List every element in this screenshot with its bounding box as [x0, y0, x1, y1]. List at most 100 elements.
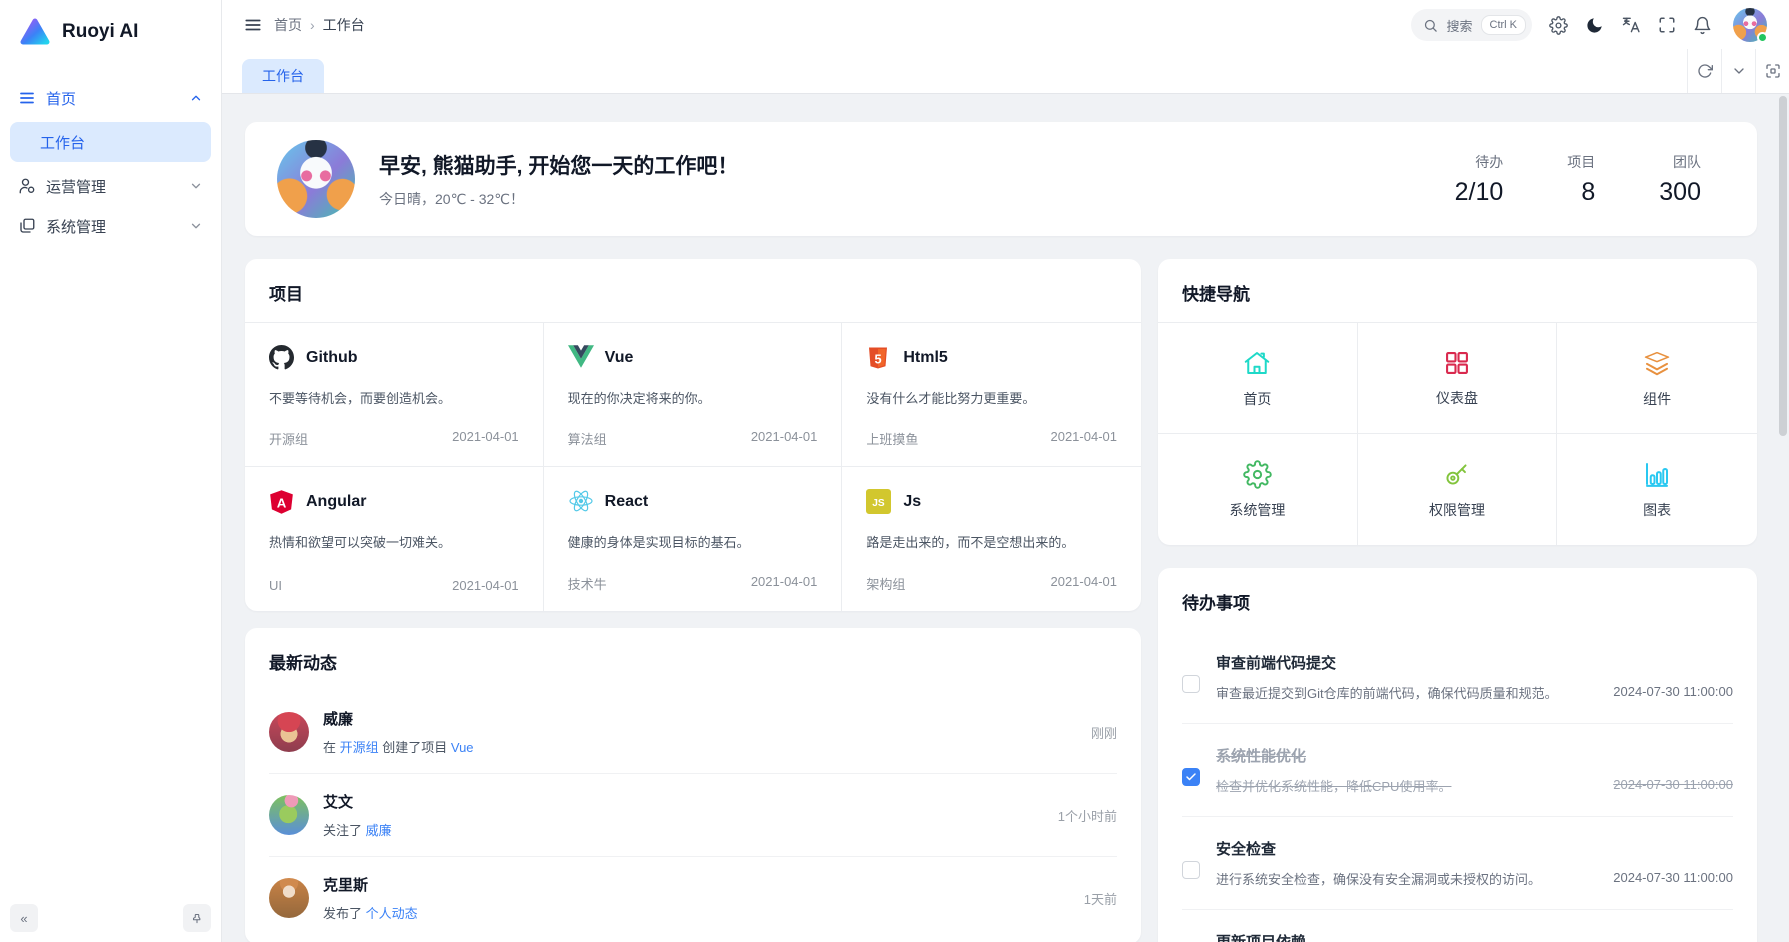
- search-icon: [1423, 18, 1438, 33]
- quick-nav-title: 快捷导航: [1158, 259, 1757, 323]
- breadcrumb: 首页 › 工作台: [274, 15, 365, 35]
- sidebar-menu: 首页 工作台 运营管理 系统管理: [0, 64, 221, 246]
- user-avatar[interactable]: [1733, 8, 1767, 42]
- notifications-bell-icon[interactable]: [1693, 16, 1712, 35]
- stat-projects: 项目 8: [1567, 152, 1595, 207]
- project-group: 算法组: [568, 429, 607, 448]
- sidebar-item-operations[interactable]: 运营管理: [0, 166, 221, 206]
- breadcrumb-current: 工作台: [323, 15, 365, 35]
- fullscreen-icon[interactable]: [1658, 16, 1676, 34]
- activity-item: 克里斯 发布了 个人动态 1天前: [269, 856, 1117, 939]
- layers-icon: [1642, 348, 1672, 378]
- welcome-title: 早安, 熊猫助手, 开始您一天的工作吧！: [379, 150, 738, 180]
- project-card-vue[interactable]: Vue 现在的你决定将来的你。 算法组 2021-04-01: [544, 323, 843, 467]
- bar-chart-icon: [1642, 459, 1672, 489]
- activity-link[interactable]: 开源组: [340, 740, 379, 755]
- activity-time: 刚刚: [1091, 723, 1117, 742]
- pin-sidebar-button[interactable]: [183, 904, 211, 932]
- sidebar-item-home[interactable]: 首页: [0, 78, 221, 118]
- tabbar: 工作台: [222, 50, 1789, 94]
- welcome-stats: 待办 2/10 项目 8 团队 300: [1455, 152, 1701, 207]
- stat-todo: 待办 2/10: [1455, 152, 1504, 207]
- scrollbar-thumb[interactable]: [1779, 96, 1787, 436]
- todo-checkbox[interactable]: [1182, 675, 1200, 693]
- tab-workbench[interactable]: 工作台: [242, 59, 324, 93]
- quick-nav-dashboard[interactable]: 仪表盘: [1358, 323, 1558, 434]
- react-logo-icon: [568, 489, 594, 515]
- sidebar-item-label: 运营管理: [46, 176, 106, 197]
- activity-link[interactable]: 威廉: [366, 823, 392, 838]
- project-group: 开源组: [269, 429, 308, 448]
- project-date: 2021-04-01: [1050, 429, 1117, 448]
- main-area: 首页 › 工作台 搜索 Ctrl K: [222, 0, 1789, 942]
- activity-list: 威廉 在 开源组 创建了项目 Vue 刚刚 艾文 关注了 威廉: [245, 691, 1141, 939]
- refresh-icon[interactable]: [1687, 49, 1721, 93]
- list-menu-icon: [18, 89, 36, 107]
- breadcrumb-home[interactable]: 首页: [274, 15, 302, 35]
- maximize-content-icon[interactable]: [1755, 49, 1789, 93]
- topbar: 首页 › 工作台 搜索 Ctrl K: [222, 0, 1789, 50]
- todo-checkbox[interactable]: [1182, 861, 1200, 879]
- todo-list: 审查前端代码提交 审查最近提交到Git仓库的前端代码，确保代码质量和规范。 20…: [1158, 631, 1757, 942]
- app-title: Ruoyi AI: [62, 21, 138, 43]
- activity-panel-title: 最新动态: [245, 628, 1141, 691]
- project-card-react[interactable]: React 健康的身体是实现目标的基石。 技术牛 2021-04-01: [544, 467, 843, 611]
- project-group: 架构组: [866, 574, 905, 593]
- home-icon: [1242, 348, 1272, 378]
- settings-gear-icon[interactable]: [1549, 16, 1568, 35]
- html5-logo-icon: 5: [866, 345, 892, 371]
- project-card-angular[interactable]: A Angular 热情和欲望可以突破一切难关。 UI 2021-04-01: [245, 467, 544, 611]
- sidebar-item-system[interactable]: 系统管理: [0, 206, 221, 246]
- activity-link[interactable]: Vue: [451, 740, 474, 755]
- activity-link[interactable]: 个人动态: [366, 906, 418, 921]
- activity-panel: 最新动态 威廉 在 开源组 创建了项目 Vue 刚刚: [245, 628, 1141, 942]
- topbar-actions: 搜索 Ctrl K: [1411, 8, 1767, 42]
- search-shortcut-badge: Ctrl K: [1481, 15, 1527, 35]
- project-date: 2021-04-01: [452, 429, 519, 448]
- todo-item: 更新项目依赖: [1182, 909, 1733, 942]
- svg-text:A: A: [277, 495, 287, 510]
- user-icon: [18, 177, 36, 195]
- quick-nav-charts[interactable]: 图表: [1557, 434, 1757, 545]
- quick-nav-permissions[interactable]: 权限管理: [1358, 434, 1558, 545]
- online-status-dot: [1757, 32, 1768, 43]
- avatar: [269, 878, 309, 918]
- collapse-sidebar-button[interactable]: «: [10, 904, 38, 932]
- language-translate-icon[interactable]: [1621, 15, 1641, 35]
- todo-checkbox-checked[interactable]: [1182, 768, 1200, 786]
- app-window: Ruoyi AI 首页 工作台 运营管理: [0, 0, 1789, 942]
- chevron-down-icon: [189, 179, 203, 193]
- project-card-html5[interactable]: 5 Html5 没有什么才能比努力更重要。 上班摸鱼 2021-04-01: [842, 323, 1141, 467]
- chevron-down-icon[interactable]: [1721, 49, 1755, 93]
- breadcrumb-separator-icon: ›: [310, 17, 315, 33]
- quick-nav-system[interactable]: 系统管理: [1158, 434, 1358, 545]
- project-group: 技术牛: [568, 574, 607, 593]
- js-logo-icon: JS: [866, 489, 892, 515]
- projects-panel-title: 项目: [245, 259, 1141, 323]
- brand-logo-icon: [18, 15, 52, 49]
- svg-text:5: 5: [875, 351, 882, 366]
- quick-nav-panel: 快捷导航 首页: [1158, 259, 1757, 545]
- vertical-scrollbar[interactable]: [1779, 96, 1787, 940]
- todo-date: 2024-07-30 11:00:00: [1613, 777, 1733, 792]
- todo-panel: 待办事项 审查前端代码提交 审查最近提交到Git仓库的前端代码，确保代码质量和规…: [1158, 568, 1757, 942]
- todo-date: 2024-07-30 11:00:00: [1613, 684, 1733, 699]
- dark-mode-moon-icon[interactable]: [1585, 16, 1604, 35]
- quick-nav-components[interactable]: 组件: [1557, 323, 1757, 434]
- project-card-github[interactable]: Github 不要等待机会，而要创造机会。 开源组 2021-04-01: [245, 323, 544, 467]
- todo-date: 2024-07-30 11:00:00: [1613, 870, 1733, 885]
- quick-nav-grid: 首页 仪表盘: [1158, 323, 1757, 545]
- key-icon: [1442, 460, 1471, 489]
- welcome-card: 早安, 熊猫助手, 开始您一天的工作吧！ 今日晴，20℃ - 32℃！ 待办 2…: [245, 122, 1757, 236]
- sidebar: Ruoyi AI 首页 工作台 运营管理: [0, 0, 222, 942]
- todo-panel-title: 待办事项: [1158, 568, 1757, 631]
- project-card-js[interactable]: JS Js 路是走出来的，而不是空想出来的。 架构组 2021-04-01: [842, 467, 1141, 611]
- windows-stack-icon: [18, 217, 36, 235]
- hamburger-menu-icon[interactable]: [244, 16, 262, 34]
- search-input[interactable]: 搜索 Ctrl K: [1411, 9, 1532, 41]
- sidebar-subitem-label: 工作台: [40, 132, 85, 153]
- sidebar-item-workbench[interactable]: 工作台: [10, 122, 211, 162]
- activity-item: 艾文 关注了 威廉 1个小时前: [269, 773, 1117, 856]
- stat-team: 团队 300: [1659, 152, 1701, 207]
- quick-nav-home[interactable]: 首页: [1158, 323, 1358, 434]
